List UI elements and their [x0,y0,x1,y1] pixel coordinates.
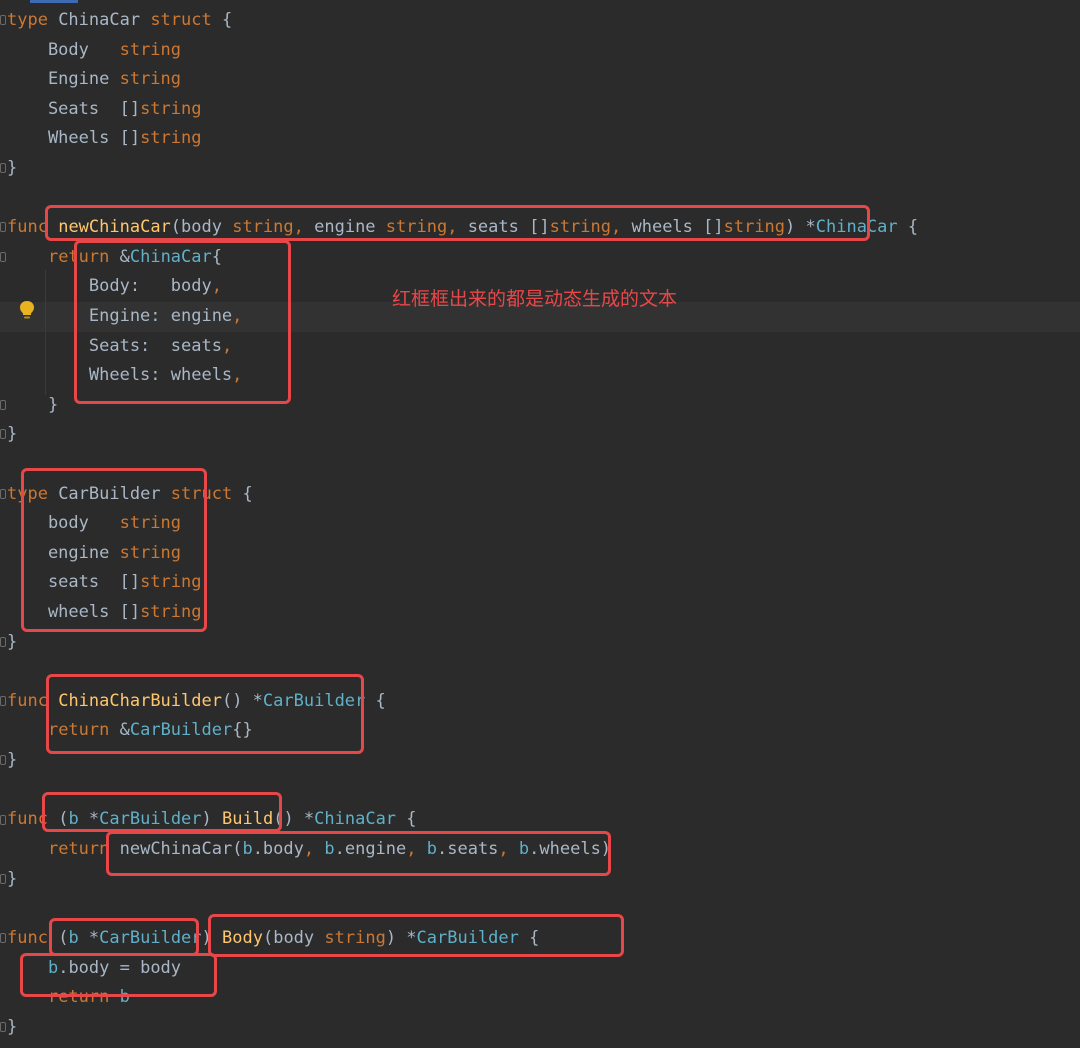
fold-marker-icon[interactable] [0,400,6,410]
code-token: { [396,809,417,829]
code-line-2: Body string [7,36,181,66]
highlight-box-body-assign [20,953,217,997]
code-token: } [7,750,18,770]
code-token: func [7,928,48,948]
code-token: } [7,158,18,178]
code-line-5: Wheels []string [7,124,202,154]
fold-marker-icon[interactable] [0,696,6,706]
code-token: Wheels [] [7,128,141,148]
code-token: string [119,40,182,60]
fold-marker-icon[interactable] [0,815,6,825]
code-token: } [7,395,59,415]
code-token: } [7,424,18,444]
code-token: } [7,1017,18,1037]
annotation-note: 红框框出来的都是动态生成的文本 [392,288,678,310]
code-line-20: } [7,628,17,658]
fold-marker-icon[interactable] [0,933,6,943]
highlight-box-builder-struct [21,468,207,632]
code-line-30: } [7,1013,17,1043]
highlight-box-body-receiver [49,918,199,956]
code-token: ChinaCar [47,10,151,30]
code-token: } [7,869,18,889]
fold-marker-icon[interactable] [0,1022,6,1032]
code-token: func [7,217,48,237]
code-token: Seats [] [7,99,141,119]
code-line-4: Seats []string [7,95,202,125]
code-line-6: } [7,154,17,184]
code-token: { [897,217,919,237]
fold-marker-icon[interactable] [0,874,6,884]
code-token: { [211,10,233,30]
code-token: } [7,632,18,652]
code-token: type [7,10,48,30]
code-line-13: } [7,391,58,421]
code-token: Body [7,40,120,60]
code-line-26: } [7,865,17,895]
fold-marker-icon[interactable] [0,163,6,173]
code-token: { [365,691,386,711]
code-token: return [47,839,110,859]
code-line-23: } [7,746,17,776]
fold-marker-icon[interactable] [0,637,6,647]
fold-marker-icon[interactable] [0,489,6,499]
code-token: Engine [7,69,120,89]
fold-marker-icon[interactable] [0,222,6,232]
code-token: string [140,99,202,119]
code-line-14: } [7,420,17,450]
code-line-1: type ChinaCar struct { [7,6,232,36]
code-token: struct [150,10,212,30]
code-token: string [119,69,182,89]
code-token: string [140,128,202,148]
highlight-box-build-receiver [42,792,282,832]
highlight-box-body-signature [208,914,624,957]
fold-marker-icon[interactable] [0,755,6,765]
highlight-box-build-return [106,831,611,876]
highlight-box-struct-literal [74,240,291,404]
highlight-box-func-signature [45,205,870,241]
fold-marker-icon[interactable] [0,429,6,439]
code-token: func [7,691,48,711]
code-token: { [232,484,253,504]
fold-marker-icon[interactable] [0,15,6,25]
code-token: ChinaCar [314,809,397,829]
fold-marker-icon[interactable] [0,252,6,262]
highlight-box-builder-ctor [46,674,364,754]
code-line-3: Engine string [7,65,181,95]
